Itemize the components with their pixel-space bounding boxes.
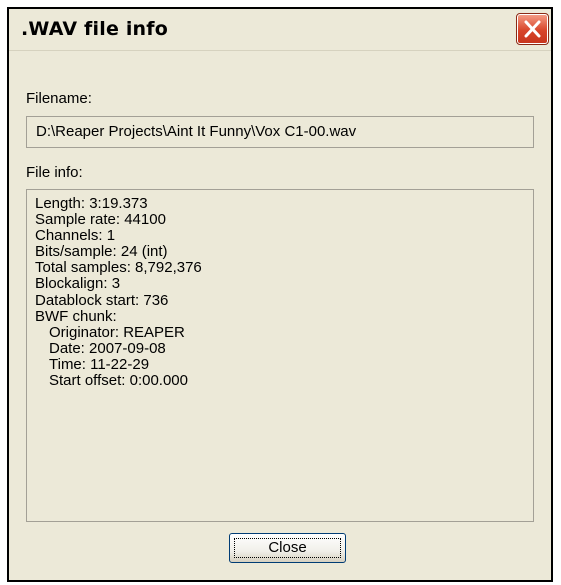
title-bar[interactable]: .WAV file info (9, 9, 551, 51)
filename-label: Filename: (26, 90, 92, 107)
window-title: .WAV file info (21, 18, 169, 40)
close-button-label: Close (268, 539, 307, 556)
close-x-icon (524, 20, 541, 38)
close-button[interactable]: Close (229, 533, 346, 563)
wav-file-info-dialog: .WAV file info Filename: D:\Reaper Proje… (7, 7, 553, 582)
info-time: Time: 11-22-29 (49, 355, 150, 373)
info-channels: Channels: 1 (35, 227, 116, 245)
info-length: Length: 3:19.373 (35, 195, 148, 212)
info-bits-per-sample: Bits/sample: 24 (int) (35, 243, 168, 261)
screen-background (0, 0, 561, 7)
info-originator: Originator: REAPER (49, 323, 185, 341)
close-window-button[interactable] (516, 13, 549, 45)
info-datablock-start: Datablock start: 736 (35, 291, 169, 309)
info-start-offset: Start offset: 0:00.000 (49, 372, 188, 390)
info-date: Date: 2007-09-08 (49, 339, 166, 357)
info-sample-rate: Sample rate: 44100 (35, 211, 166, 229)
filename-field[interactable]: D:\Reaper Projects\Aint It Funny\Vox C1-… (26, 116, 534, 148)
info-blockalign: Blockalign: 3 (35, 275, 121, 293)
file-info-label: File info: (26, 164, 83, 181)
file-info-box[interactable]: Length: 3:19.373 Sample rate: 44100 Chan… (26, 189, 534, 522)
info-total-samples: Total samples: 8,792,376 (35, 259, 202, 277)
info-bwf-chunk: BWF chunk: (35, 307, 117, 325)
